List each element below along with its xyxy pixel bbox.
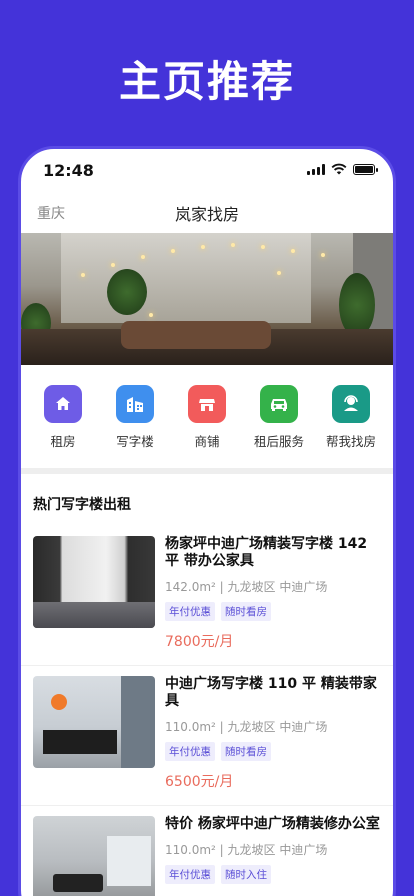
listing-tag: 年付优惠 <box>165 865 215 884</box>
listing-price: 6500元/月 <box>165 774 234 790</box>
status-time: 12:48 <box>43 161 94 180</box>
category-shop[interactable]: 商铺 <box>171 385 243 450</box>
category-office[interactable]: 写字楼 <box>99 385 171 450</box>
listing-tag: 随时看房 <box>221 602 271 621</box>
shop-icon <box>188 385 226 423</box>
listing-tag: 年付优惠 <box>165 602 215 621</box>
status-bar: 12:48 <box>21 149 393 193</box>
category-label: 写字楼 <box>116 434 154 449</box>
listing-photo <box>33 816 155 896</box>
category-label: 商铺 <box>194 434 220 449</box>
category-label: 租后服务 <box>253 434 304 449</box>
listing-title: 中迪广场写字楼 110 平 精装带家具 <box>165 676 377 709</box>
car-icon <box>260 385 298 423</box>
listing-meta: 110.0m² | 九龙坡区 中迪广场 <box>165 720 328 734</box>
listing-title: 杨家坪中迪广场精装写字楼 142平 带办公家具 <box>165 536 368 569</box>
listing-photo <box>33 536 155 628</box>
listing-tag: 随时入住 <box>221 865 271 884</box>
signal-icon <box>307 163 325 175</box>
phone-frame: 12:48 重庆 岚家找房 租房 写字楼 商铺 租后服务 帮我找房 热门写字楼出… <box>18 146 396 896</box>
listing-meta: 110.0m² | 九龙坡区 中迪广场 <box>165 843 328 857</box>
category-find-house[interactable]: 帮我找房 <box>315 385 387 450</box>
listing-item[interactable]: 中迪广场写字楼 110 平 精装带家具 110.0m² | 九龙坡区 中迪广场 … <box>21 666 393 806</box>
building-icon <box>116 385 154 423</box>
battery-icon <box>353 163 378 175</box>
app-title: 岚家找房 <box>174 205 239 224</box>
status-icons <box>307 163 378 175</box>
navbar: 重庆 岚家找房 <box>21 193 393 233</box>
listing-price: 7800元/月 <box>165 634 234 650</box>
listing-item[interactable]: 杨家坪中迪广场精装写字楼 142平 带办公家具 142.0m² | 九龙坡区 中… <box>21 526 393 666</box>
agent-icon <box>332 385 370 423</box>
home-icon <box>44 385 82 423</box>
listing-photo <box>33 676 155 768</box>
listing-meta: 142.0m² | 九龙坡区 中迪广场 <box>165 580 328 594</box>
category-after-service[interactable]: 租后服务 <box>243 385 315 450</box>
category-rent[interactable]: 租房 <box>27 385 99 450</box>
category-label: 帮我找房 <box>325 434 376 449</box>
category-menu: 租房 写字楼 商铺 租后服务 帮我找房 <box>21 365 393 468</box>
banner-image[interactable] <box>21 233 393 365</box>
page-headline: 主页推荐 <box>118 57 295 106</box>
listing-item[interactable]: 特价 杨家坪中迪广场精装修办公室 110.0m² | 九龙坡区 中迪广场 年付优… <box>21 806 393 896</box>
category-label: 租房 <box>50 434 76 449</box>
section-title: 热门写字楼出租 <box>33 497 131 513</box>
listing-title: 特价 杨家坪中迪广场精装修办公室 <box>165 816 380 832</box>
listing-tag: 年付优惠 <box>165 742 215 761</box>
listing-tag: 随时看房 <box>221 742 271 761</box>
wifi-icon <box>331 163 347 175</box>
